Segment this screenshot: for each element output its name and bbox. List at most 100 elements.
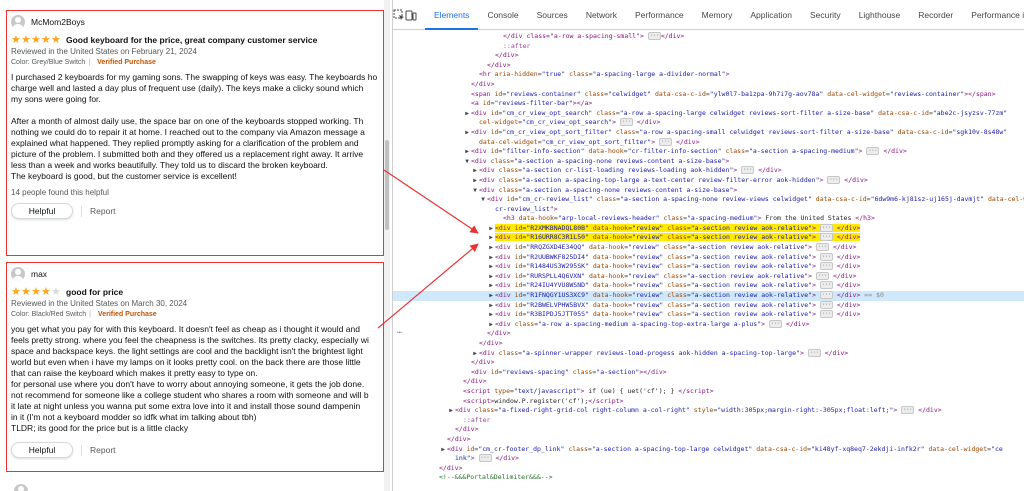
- device-toolbar-icon[interactable]: [405, 0, 417, 30]
- dom-node[interactable]: </div>: [393, 464, 1024, 474]
- dom-node[interactable]: </div>: [393, 425, 1024, 435]
- expand-toggle-icon[interactable]: ▶: [487, 291, 495, 301]
- scrollbar-thumb[interactable]: [385, 140, 389, 230]
- dom-node[interactable]: ▶ <div id="cm_cr-footer_dp_link" class="a…: [393, 445, 1024, 455]
- highlighted-dom-node[interactable]: ▶ <div id="R16URR8C3R1L50" data-hook="rev…: [393, 233, 1024, 243]
- star-rating[interactable]: ★ ★ ★ ★ ★: [11, 285, 61, 298]
- expand-toggle-icon[interactable]: ▶: [447, 406, 455, 416]
- dom-node[interactable]: <div id="reviews-spacing" class="a-secti…: [393, 368, 1024, 378]
- dom-node[interactable]: ▶ <div id="R3BIPDJ5JTT05S" data-hook="rev…: [393, 310, 1024, 320]
- expand-toggle-icon[interactable]: ▶: [471, 166, 479, 176]
- tab-lighthouse[interactable]: Lighthouse: [850, 0, 910, 30]
- dom-node[interactable]: </div>: [393, 329, 1024, 339]
- reviewer-name[interactable]: max: [31, 269, 47, 279]
- dom-node[interactable]: data-cel-widget="cm_cr_view_opt_sort_fil…: [393, 137, 1024, 148]
- helpful-button[interactable]: Helpful: [11, 203, 73, 219]
- dom-node[interactable]: ▶ <div class="a-fixed-right-grid-col righ…: [393, 406, 1024, 416]
- dom-node[interactable]: ▶ <div id="RRQZGXD4E34QQ" data-hook="revi…: [393, 243, 1024, 253]
- star-rating[interactable]: ★ ★ ★ ★ ★: [11, 34, 61, 45]
- review-title[interactable]: good for price: [66, 287, 123, 297]
- elements-tree: … </div class="a-row a-spacing-small"> ·…: [393, 30, 1024, 483]
- dom-node[interactable]: cel-widget="cm_cr_view_opt_search"> ··· …: [393, 118, 1024, 128]
- review-color[interactable]: Color: Black/Red Switch: [11, 311, 86, 318]
- expand-toggle-icon[interactable]: ▼: [479, 195, 487, 205]
- dom-node[interactable]: ▼ <div id="cm_cr-review_list" class="a-se…: [393, 195, 1024, 205]
- expand-toggle-icon[interactable]: ▶: [487, 233, 495, 243]
- star-icon: ★: [41, 285, 51, 298]
- expand-toggle-icon[interactable]: ▼: [471, 186, 479, 196]
- dom-node[interactable]: ▶ <div class="a-spinner-wrapper reviews-l…: [393, 348, 1024, 359]
- tab-memory[interactable]: Memory: [693, 0, 742, 30]
- dom-node[interactable]: <script type="text/javascript"> if (ue) …: [393, 387, 1024, 397]
- expand-toggle-icon[interactable]: ▶: [487, 224, 495, 234]
- dom-node[interactable]: </div>: [393, 435, 1024, 445]
- tab-sources[interactable]: Sources: [528, 0, 577, 30]
- dom-node[interactable]: ▶ <div class="a-section cr-list-loading r…: [393, 166, 1024, 176]
- expand-toggle-icon[interactable]: ▶: [471, 349, 479, 359]
- dom-node[interactable]: ::after: [393, 416, 1024, 426]
- expand-toggle-icon[interactable]: ▼: [463, 157, 471, 167]
- expand-toggle-icon[interactable]: ▶: [487, 301, 495, 311]
- dom-node[interactable]: </div>: [393, 377, 1024, 387]
- meta-separator: |: [89, 311, 91, 318]
- expand-toggle-icon[interactable]: ▶: [463, 128, 471, 138]
- dom-node[interactable]: ▶ <div id="filter-info-section" data-hook…: [393, 147, 1024, 157]
- dom-node[interactable]: ▶ <div class="a-section a-spacing-top-lar…: [393, 175, 1024, 186]
- dom-node[interactable]: </div>: [393, 358, 1024, 368]
- dom-node[interactable]: ▶ <div id="R24IU4YVU8WSND" data-hook="rev…: [393, 281, 1024, 291]
- reviewer-name[interactable]: McMom2Boys: [31, 17, 85, 27]
- dom-node[interactable]: ▼ <div class="a-section a-spacing-none re…: [393, 157, 1024, 167]
- dom-node[interactable]: ▶ <div id="R1484US3W295SK" data-hook="rev…: [393, 262, 1024, 272]
- dom-node[interactable]: ▶ <div id="R1FNQGY1US3XC9" data-hook="rev…: [393, 291, 1024, 301]
- dom-node[interactable]: <!--&&&Portal&Delimiter&&&-->: [393, 473, 1024, 483]
- dom-node[interactable]: cr-review_list">: [393, 205, 1024, 215]
- expand-toggle-icon[interactable]: ▶: [487, 310, 495, 320]
- dom-node[interactable]: <span id="reviews-container" class="celw…: [393, 90, 1024, 100]
- expand-toggle-icon[interactable]: ▶: [487, 243, 495, 253]
- dom-node[interactable]: ink"> ··· </div>: [393, 454, 1024, 464]
- page-scrollbar[interactable]: [384, 0, 390, 491]
- tab-application[interactable]: Application: [741, 0, 801, 30]
- review-title[interactable]: Good keyboard for the price, great compa…: [66, 35, 317, 45]
- dom-node[interactable]: ::after: [393, 42, 1024, 52]
- tab-console[interactable]: Console: [478, 0, 527, 30]
- expand-toggle-icon[interactable]: ▶: [463, 109, 471, 119]
- highlighted-dom-node[interactable]: ▶ <div id="R2XMKBNADQL80B" data-hook="rev…: [393, 223, 1024, 234]
- expand-toggle-icon[interactable]: ▶: [487, 253, 495, 263]
- dom-node[interactable]: <h3 data-hook="arp-local-reviews-header"…: [393, 214, 1024, 224]
- dom-node[interactable]: ▼ <div class="a-section a-spacing-none re…: [393, 186, 1024, 196]
- review-color[interactable]: Color: Grey/Blue Switch: [11, 59, 85, 66]
- expand-toggle-icon[interactable]: ▶: [471, 176, 479, 186]
- dom-node[interactable]: ▶ <div id="R2BWELVPHW5BVX" data-hook="rev…: [393, 300, 1024, 311]
- dom-node[interactable]: ▶ <div id="R2UUBWKF825DI4" data-hook="rev…: [393, 252, 1024, 263]
- dom-node[interactable]: ▶ <div id="cm_cr_view_opt_search" class="…: [393, 109, 1024, 119]
- tab-elements[interactable]: Elements: [425, 0, 479, 30]
- expand-toggle-icon[interactable]: ▶: [487, 320, 495, 330]
- dom-node[interactable]: ▶ <div class="a-row a-spacing-medium a-sp…: [393, 319, 1024, 330]
- dom-node-markup: <div id="cm_cr-footer_dp_link" class="a-…: [447, 444, 1003, 453]
- dom-node[interactable]: ▶ <div id="cm_cr_view_opt_sort_filter" cl…: [393, 128, 1024, 138]
- dom-node[interactable]: ▶ <div id="RURSPLL4Q6VXN" data-hook="revi…: [393, 271, 1024, 282]
- dom-node[interactable]: </div class="a-row a-spacing-small"> ···…: [393, 32, 1024, 42]
- expand-toggle-icon[interactable]: ▶: [463, 147, 471, 157]
- report-link[interactable]: Report: [81, 444, 116, 456]
- helpful-button[interactable]: Helpful: [11, 442, 73, 458]
- expand-toggle-icon[interactable]: ▶: [487, 272, 495, 282]
- dom-node[interactable]: <a id="reviews-filter-bar"></a>: [393, 99, 1024, 109]
- dom-node[interactable]: </div>: [393, 80, 1024, 90]
- dom-node[interactable]: </div>: [393, 339, 1024, 349]
- tab-security[interactable]: Security: [801, 0, 850, 30]
- dom-node[interactable]: <hr aria-hidden="true" class="a-spacing-…: [393, 70, 1024, 80]
- report-link[interactable]: Report: [81, 205, 116, 217]
- expand-toggle-icon[interactable]: ▶: [487, 281, 495, 291]
- dom-node[interactable]: </div>: [393, 51, 1024, 61]
- expand-toggle-icon[interactable]: ▶: [487, 262, 495, 272]
- dom-node[interactable]: <script>window.P.register('cf');</script…: [393, 397, 1024, 407]
- expand-toggle-icon[interactable]: ▶: [439, 445, 447, 455]
- inspect-icon[interactable]: [393, 0, 405, 30]
- tab-recorder[interactable]: Recorder: [909, 0, 962, 30]
- tab-network[interactable]: Network: [577, 0, 626, 30]
- dom-node[interactable]: </div>: [393, 61, 1024, 71]
- tab-performance-insights[interactable]: Performance insights: [962, 0, 1024, 30]
- tab-performance[interactable]: Performance: [626, 0, 693, 30]
